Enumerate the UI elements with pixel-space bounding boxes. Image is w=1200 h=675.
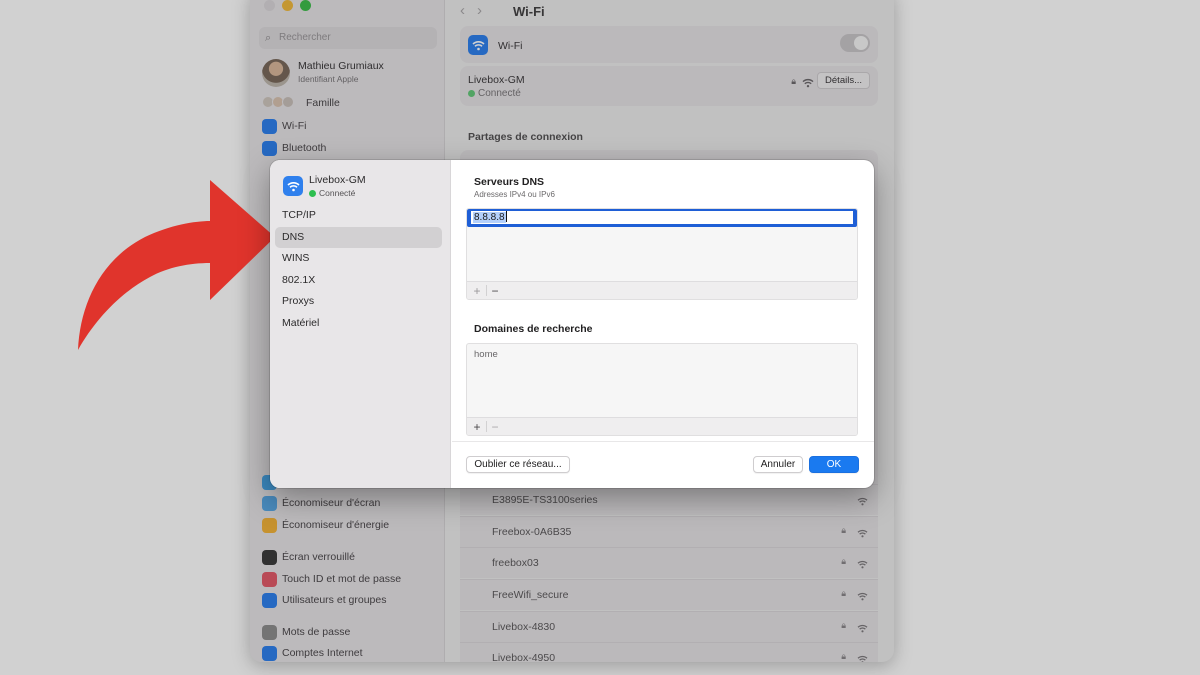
domains-list-footer: + − — [467, 417, 857, 435]
search-domains-list[interactable]: home + − — [466, 343, 858, 436]
dns-servers-subtitle: Adresses IPv4 ou IPv6 — [474, 190, 555, 199]
dns-server-entry[interactable]: 8.8.8.8 — [467, 209, 857, 227]
dns-server-input[interactable]: 8.8.8.8 — [471, 211, 853, 224]
connected-status-icon — [309, 190, 316, 197]
screenshot-stage: ⌕ Rechercher Mathieu Grumiaux Identifian… — [0, 0, 1200, 675]
ok-button[interactable]: OK — [809, 456, 859, 473]
tab-mat-riel[interactable]: Matériel — [275, 313, 442, 334]
remove-dns-button[interactable]: − — [486, 283, 504, 299]
dns-panel: Serveurs DNS Adresses IPv4 ou IPv6 8.8.8… — [452, 160, 874, 488]
dialog-network-name: Livebox-GM — [309, 174, 366, 186]
tab-tcp-ip[interactable]: TCP/IP — [275, 205, 442, 226]
tab-802-1x[interactable]: 802.1X — [275, 270, 442, 291]
search-domain-entry[interactable]: home — [474, 349, 498, 360]
dns-list-footer: + − — [467, 281, 857, 299]
tab-wins[interactable]: WINS — [275, 248, 442, 269]
tab-proxys[interactable]: Proxys — [275, 291, 442, 312]
red-arrow-annotation — [78, 180, 275, 350]
forget-network-button[interactable]: Oublier ce réseau... — [466, 456, 570, 473]
search-domains-title: Domaines de recherche — [474, 323, 593, 335]
add-domain-button[interactable]: + — [468, 419, 486, 435]
dialog-divider — [452, 441, 874, 442]
dialog-network-status: Connecté — [309, 188, 355, 198]
add-dns-button[interactable]: + — [468, 283, 486, 299]
dns-servers-list[interactable]: 8.8.8.8 + − — [466, 208, 858, 300]
cancel-button[interactable]: Annuler — [753, 456, 803, 473]
dns-servers-title: Serveurs DNS — [474, 176, 545, 188]
wifi-icon — [283, 176, 303, 196]
dialog-sidebar: Livebox-GM Connecté TCP/IP DNS WINS 802.1X P… — [270, 160, 451, 488]
tab-dns[interactable]: DNS — [275, 226, 442, 248]
remove-domain-button[interactable]: − — [486, 419, 504, 435]
network-details-dialog: Livebox-GM Connecté TCP/IP DNS WINS 802.1X P… — [270, 160, 874, 488]
